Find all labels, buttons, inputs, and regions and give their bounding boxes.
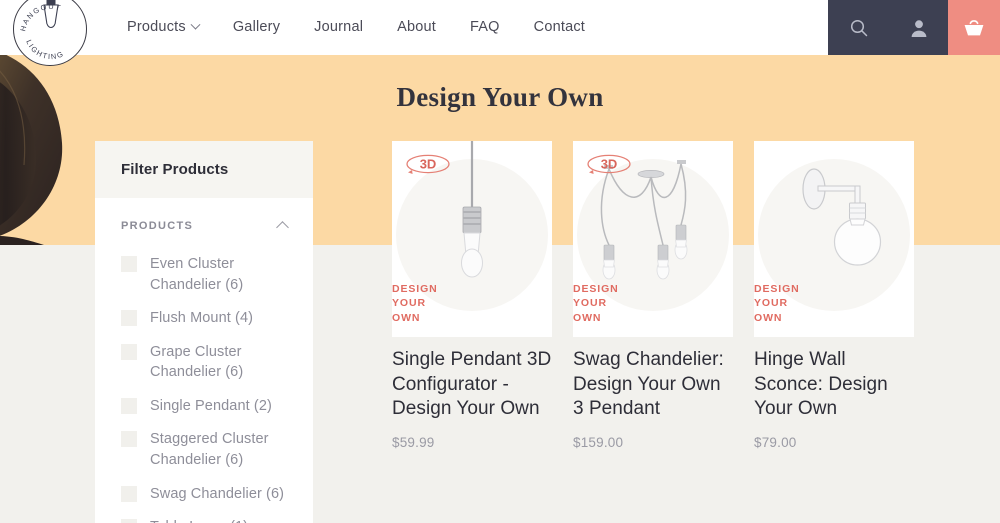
dyo-line-1: DESIGN [392, 283, 438, 296]
filter-option-label: Even Cluster Chandelier (6) [150, 256, 244, 293]
nav-item-about[interactable]: About [380, 0, 453, 55]
nav-label-gallery: Gallery [232, 19, 281, 35]
dyo-line-3: OWN [392, 311, 421, 324]
filter-sidebar: Filter Products PRODUCTS Even Cluster Ch… [95, 141, 313, 523]
filter-sidebar-header: Filter Products [95, 141, 313, 198]
filter-option-label: Staggered Cluster Chandelier (6) [150, 431, 269, 469]
filter-option-label: Table Lamp (1) [150, 517, 248, 523]
product-media[interactable]: DESIGN YOUR OWN [754, 141, 914, 337]
dyo-line-2: YOUR [754, 297, 788, 310]
product-card[interactable]: 3D DESIGN YOUR OWN Single Pendant 3D Con… [392, 141, 552, 450]
svg-text:3D: 3D [420, 157, 437, 172]
nav-item-products[interactable]: Products [110, 0, 216, 55]
dyo-line-3: OWN [573, 311, 602, 324]
user-icon [911, 19, 927, 37]
dyo-line-3: OWN [754, 311, 783, 324]
filter-group-products-toggle[interactable]: PRODUCTS [95, 198, 313, 254]
product-media[interactable]: 3D DESIGN YOUR OWN [573, 141, 733, 337]
nav-label-journal: Journal [314, 19, 364, 35]
badge-3d-icon: 3D [587, 154, 631, 174]
nav-label-products: Products [127, 19, 186, 35]
nav-label-contact: Contact [533, 19, 586, 35]
nav-item-gallery[interactable]: Gallery [216, 0, 297, 55]
nav-label-about: About [397, 19, 437, 35]
product-price: $79.00 [754, 434, 797, 450]
product-price: $59.99 [392, 434, 435, 450]
svg-text:LIGHTING: LIGHTING [24, 38, 65, 61]
filter-option-staggered-cluster-chandelier[interactable]: Staggered Cluster Chandelier (6) [95, 429, 313, 470]
product-card[interactable]: DESIGN YOUR OWN Hinge Wall Sconce: Desig… [754, 141, 914, 450]
dyo-line-2: YOUR [573, 297, 607, 310]
checkbox[interactable] [121, 397, 137, 414]
design-your-own-overlay: DESIGN YOUR OWN [573, 282, 619, 325]
logo[interactable]: HANGOUT LIGHTING [0, 0, 100, 66]
filter-products-heading: Filter Products [121, 161, 229, 178]
filter-option-label: Grape Cluster Chandelier (6) [150, 343, 244, 381]
badge-3d-icon: 3D [406, 154, 450, 174]
nav-item-faq[interactable]: FAQ [453, 0, 517, 55]
main-nav: Products Gallery Journal About FAQ Conta… [110, 0, 828, 55]
nav-item-journal[interactable]: Journal [297, 0, 380, 55]
filter-option-table-lamp[interactable]: Table Lamp (1) [95, 517, 313, 523]
header-actions [828, 0, 1000, 55]
checkbox[interactable] [121, 431, 137, 448]
dyo-line-2: YOUR [392, 297, 426, 310]
basket-icon [964, 19, 984, 35]
filter-option-flush-mount[interactable]: Flush Mount (4) [95, 308, 313, 329]
product-title[interactable]: Single Pendant 3D Configurator - Design … [392, 348, 552, 422]
page-title: Design Your Own [396, 82, 604, 112]
product-title[interactable]: Hinge Wall Sconce: Design Your Own [754, 348, 914, 422]
design-your-own-overlay: DESIGN YOUR OWN [392, 282, 438, 325]
nav-item-contact[interactable]: Contact [517, 0, 602, 55]
filter-option-label: Swag Chandelier (6) [150, 485, 285, 502]
chevron-up-icon[interactable] [276, 221, 289, 234]
product-card[interactable]: 3D DESIGN YOUR OWN Swag Chandelier: Desi… [573, 141, 733, 450]
checkbox[interactable] [121, 256, 137, 272]
checkbox[interactable] [121, 519, 137, 523]
search-button[interactable] [828, 0, 890, 55]
dyo-line-1: DESIGN [573, 283, 619, 296]
filter-option-label: Single Pendant (2) [150, 397, 272, 414]
checkbox[interactable] [121, 343, 137, 360]
filter-group-label: PRODUCTS [121, 220, 194, 232]
checkbox[interactable] [121, 310, 137, 327]
filter-option-even-cluster-chandelier[interactable]: Even Cluster Chandelier (6) [95, 254, 313, 295]
account-button[interactable] [890, 0, 948, 55]
cart-button[interactable] [948, 0, 1000, 55]
chevron-down-icon [190, 19, 201, 30]
nav-label-faq: FAQ [470, 19, 500, 35]
product-media[interactable]: 3D DESIGN YOUR OWN [392, 141, 552, 337]
site-header: HANGOUT LIGHTING Products Gallery Journa… [0, 0, 1000, 66]
search-icon [850, 19, 868, 36]
dyo-line-1: DESIGN [754, 283, 800, 296]
design-your-own-overlay: DESIGN YOUR OWN [754, 282, 800, 325]
filter-option-grape-cluster-chandelier[interactable]: Grape Cluster Chandelier (6) [95, 342, 313, 383]
product-grid: 3D DESIGN YOUR OWN Single Pendant 3D Con… [392, 141, 952, 450]
svg-text:3D: 3D [601, 157, 618, 172]
filter-option-single-pendant[interactable]: Single Pendant (2) [95, 396, 313, 417]
filter-list: Even Cluster Chandelier (6) Flush Mount … [95, 254, 313, 523]
filter-option-label: Flush Mount (4) [150, 310, 254, 327]
product-title[interactable]: Swag Chandelier: Design Your Own 3 Penda… [573, 348, 733, 422]
product-price: $159.00 [573, 434, 624, 450]
checkbox[interactable] [121, 485, 137, 502]
filter-option-swag-chandelier[interactable]: Swag Chandelier (6) [95, 484, 313, 505]
